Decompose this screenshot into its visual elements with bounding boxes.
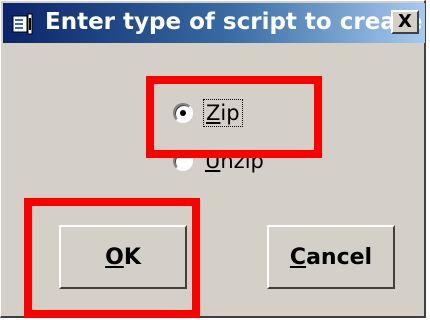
dialog-window: Enter type of script to create X Zip Unz… (0, 0, 426, 318)
radio-selected-dot (180, 110, 186, 116)
script-app-icon (12, 13, 33, 35)
close-icon: X (398, 11, 412, 32)
zip-radio-button[interactable] (173, 103, 193, 123)
title-bar[interactable]: Enter type of script to create X (3, 3, 425, 43)
ok-button[interactable]: OK (59, 225, 187, 289)
radio-option-zip[interactable]: Zip (173, 99, 243, 127)
dialog-title: Enter type of script to create (45, 9, 423, 35)
zip-label: Zip (203, 99, 243, 127)
radio-option-unzip[interactable]: Unzip (173, 149, 264, 173)
cancel-button-label: Cancel (289, 244, 373, 270)
ok-button-label: OK (105, 244, 141, 270)
unzip-radio-button[interactable] (173, 151, 193, 171)
close-button[interactable]: X (391, 10, 419, 34)
cancel-button[interactable]: Cancel (267, 225, 395, 289)
unzip-label: Unzip (205, 149, 264, 173)
